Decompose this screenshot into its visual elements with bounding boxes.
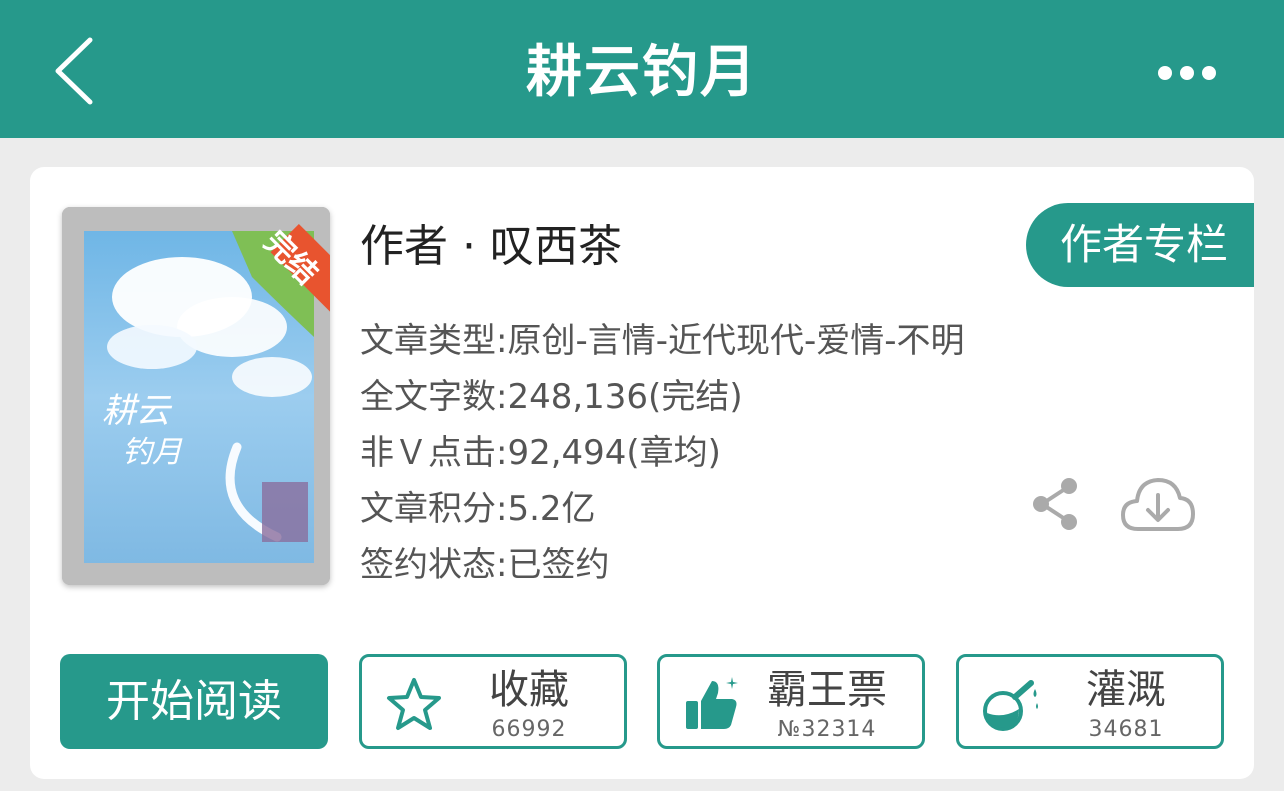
vote-label: 霸王票 — [767, 667, 887, 713]
book-info-card: 耕云 钓月 完结 作者 · 叹西茶 作者专栏 文章类型:原创-言情-近代现代-爱… — [30, 167, 1254, 779]
svg-text:钓月: 钓月 — [122, 435, 183, 470]
author-column-button[interactable]: 作者专栏 — [1026, 203, 1254, 287]
meta-genre: 文章类型:原创-言情-近代现代-爱情-不明 — [360, 321, 965, 361]
meta-score: 文章积分:5.2亿 — [360, 489, 596, 529]
nutrient-count: 34681 — [1088, 717, 1164, 742]
nutrient-button[interactable]: 灌溉 34681 — [956, 654, 1224, 749]
vote-button[interactable]: 霸王票 №32314 — [657, 654, 925, 749]
thumbs-up-icon — [686, 677, 738, 729]
meta-word-count: 全文字数:248,136(完结) — [360, 377, 743, 417]
meta-contract: 签约状态:已签约 — [360, 545, 610, 585]
vote-count: №32314 — [777, 717, 877, 742]
favorite-count: 66992 — [491, 717, 567, 742]
favorite-button[interactable]: 收藏 66992 — [359, 654, 627, 749]
favorite-label: 收藏 — [489, 667, 569, 713]
author-name[interactable]: 作者 · 叹西茶 — [360, 219, 622, 275]
svg-text:耕云: 耕云 — [102, 391, 173, 431]
page-title: 耕云钓月 — [526, 40, 758, 105]
share-icon[interactable] — [1030, 477, 1080, 531]
start-reading-button[interactable]: 开始阅读 — [60, 654, 328, 749]
cloud-download-icon[interactable] — [1120, 473, 1196, 535]
more-horizontal-icon[interactable] — [1155, 56, 1219, 90]
star-icon — [387, 678, 441, 730]
top-bar: 耕云钓月 — [0, 0, 1284, 138]
flask-icon — [983, 680, 1038, 731]
meta-clicks: 非Ｖ点击:92,494(章均) — [360, 433, 721, 473]
book-meta: 文章类型:原创-言情-近代现代-爱情-不明 全文字数:248,136(完结) 非… — [360, 313, 965, 593]
nutrient-label: 灌溉 — [1086, 667, 1166, 713]
book-cover[interactable]: 耕云 钓月 完结 — [62, 207, 330, 585]
